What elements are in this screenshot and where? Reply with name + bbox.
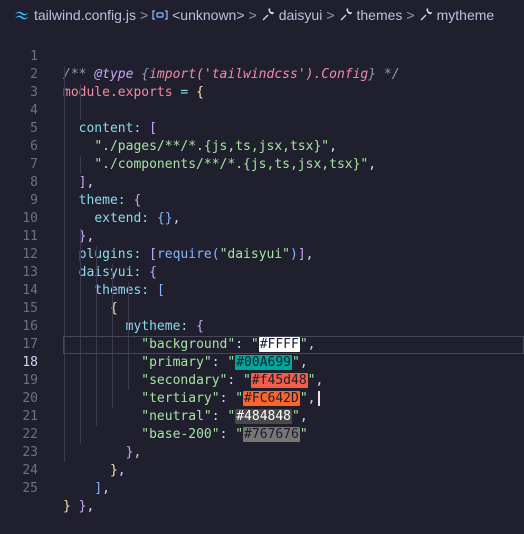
code-line[interactable]: 1 /** @type {import('tailwindcss').Confi… [0, 30, 524, 82]
code-line[interactable]: 8 extend: {}, [0, 156, 524, 226]
breadcrumb-item-label: themes [356, 7, 403, 23]
code-line[interactable]: 19 "neutral": "#484848", [0, 354, 524, 424]
code-line[interactable]: 2 module.exports = { [0, 48, 524, 100]
code-line[interactable]: 25 } [0, 462, 524, 514]
wrench-icon [419, 8, 433, 22]
code-line[interactable]: 5 "./components/**/*.{js,ts,jsx,tsx}", [0, 102, 524, 172]
breadcrumb: tailwind.config.js > <unknown> > daisyui… [0, 0, 524, 30]
breadcrumb-separator: > [139, 7, 149, 23]
breadcrumb-item-unknown[interactable]: <unknown> [152, 7, 245, 23]
wrench-icon [339, 8, 353, 22]
breadcrumb-item-label: mytheme [436, 7, 495, 23]
code-line[interactable]: 7 theme: { [0, 138, 524, 208]
code-line-current[interactable]: 18 "tertiary": "#FC642D", [0, 336, 524, 406]
code-line[interactable]: 13 { [0, 246, 524, 316]
code-line[interactable]: 3 content: [ [0, 66, 524, 136]
breadcrumb-file[interactable]: tailwind.config.js [14, 7, 136, 23]
breadcrumb-item-daisyui[interactable]: daisyui [261, 7, 323, 23]
code-line[interactable]: 10 plugins: [require("daisyui")], [0, 192, 524, 262]
code-line[interactable]: 6 ], [0, 120, 524, 190]
code-line[interactable]: 16 "primary": "#00A699", [0, 300, 524, 370]
breadcrumb-separator: > [248, 7, 257, 23]
code-line[interactable]: 21 }, [0, 390, 524, 460]
breadcrumb-item-label: <unknown> [172, 7, 245, 23]
breadcrumb-separator: > [406, 7, 415, 23]
code-line[interactable]: 9 }, [0, 174, 524, 244]
code-line[interactable]: 17 "secondary": "#f45d48", [0, 318, 524, 388]
code-line[interactable]: 23 ], [0, 426, 524, 496]
tailwind-icon [14, 9, 30, 21]
line-number: 25 [22, 481, 38, 496]
code-line[interactable]: 14 mytheme: { [0, 264, 524, 334]
breadcrumb-item-themes[interactable]: themes [339, 7, 403, 23]
breadcrumb-separator: > [326, 7, 335, 23]
module-icon [152, 9, 168, 21]
code-line[interactable]: 20 "base-200": "#767676" [0, 372, 524, 442]
code-line[interactable]: 24 }, [0, 444, 524, 514]
code-line[interactable]: 22 }, [0, 408, 524, 478]
code-line[interactable]: 4 "./pages/**/*.{js,ts,jsx,tsx}", [0, 84, 524, 154]
wrench-icon [261, 8, 275, 22]
breadcrumb-file-label: tailwind.config.js [34, 7, 136, 23]
code-line[interactable]: 15 "background": "#FFFF", [0, 282, 524, 352]
breadcrumb-item-label: daisyui [278, 7, 323, 23]
breadcrumb-item-mytheme[interactable]: mytheme [419, 7, 495, 23]
code-editor[interactable]: 1 /** @type {import('tailwindcss').Confi… [0, 30, 524, 514]
code-line[interactable]: 11 daisyui: { [0, 210, 524, 280]
code-line[interactable]: 12 themes: [ [0, 228, 524, 298]
